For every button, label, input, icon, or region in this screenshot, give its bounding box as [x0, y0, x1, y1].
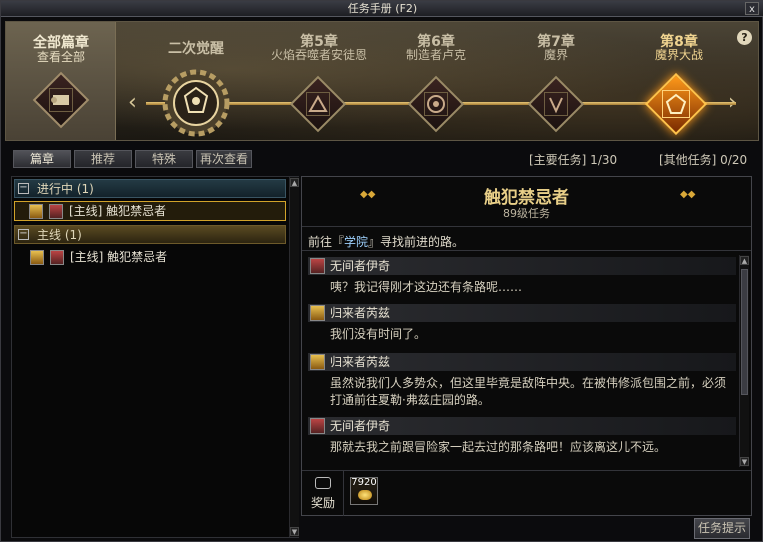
portrait-icon: [310, 418, 325, 434]
goal-location-link[interactable]: 学院: [344, 235, 368, 249]
chapter-title: 二次觉醒: [168, 41, 224, 57]
scroll-icon: [32, 71, 90, 129]
quest-journal-window: 任务手册 (F2) x 全部篇章 查看全部 ‹ › 二次觉醒 第5章: [0, 0, 763, 542]
dialog-speaker: 无间者伊奇: [308, 257, 736, 275]
dialog-text: 咦？我记得刚才这边还有条路呢……: [330, 280, 523, 294]
tab-chapters[interactable]: 篇章: [13, 150, 71, 168]
speaker-name: 归来者芮兹: [330, 355, 391, 369]
collapse-icon[interactable]: −: [18, 229, 29, 240]
quest-goal: 前往『学院』寻找前进的路。: [308, 233, 464, 250]
scroll-up-icon[interactable]: ▲: [740, 256, 749, 265]
quest-level: 89级任务: [503, 207, 550, 220]
reward-section: 奖励 7920: [302, 470, 751, 516]
quest-detail-header: ◆◆ ◆◆ 触犯禁忌者 89级任务: [302, 177, 751, 227]
goal-prefix: 前往『: [308, 235, 345, 249]
speaker-name: 无间者伊奇: [330, 419, 391, 433]
portrait-icon: [310, 258, 325, 274]
dialog-speaker: 归来者芮兹: [308, 353, 736, 371]
portrait-icon: [50, 250, 64, 265]
quest-list-scrollbar[interactable]: ▲ ▼: [289, 177, 299, 537]
reward-gold-item[interactable]: 7920: [350, 477, 378, 505]
quest-list-panel: − 进行中 (1) [主线] 触犯禁忌者 − 主线 (1) [主线] 触犯禁忌者…: [11, 176, 299, 538]
main-quest-count: [主要任务] 1/30: [529, 153, 618, 167]
swirl-emblem-icon: [407, 75, 465, 133]
all-chapters-button[interactable]: 全部篇章 查看全部: [6, 22, 116, 140]
chapter-subtitle: 魔界大战: [654, 48, 703, 62]
tab-review[interactable]: 再次查看: [196, 150, 252, 168]
quest-label: [主线] 触犯禁忌者: [70, 250, 168, 264]
reward-quantity: 7920: [351, 477, 377, 488]
title-bar[interactable]: 任务手册 (F2) x: [1, 1, 763, 17]
dialog-text: 我们没有时间了。: [330, 327, 427, 341]
portrait-icon: [29, 204, 43, 219]
group-main[interactable]: − 主线 (1): [14, 225, 286, 244]
speaker-name: 归来者芮兹: [330, 306, 391, 320]
reward-label: 奖励: [310, 496, 335, 510]
chapter-subtitle: 魔界: [543, 48, 568, 62]
reward-label-box: 奖励: [302, 471, 344, 516]
scroll-thumb[interactable]: [741, 269, 748, 395]
group-label: 进行中 (1): [37, 182, 94, 196]
chapter-subtitle: 制造者卢克: [405, 48, 466, 62]
dialog-text: 虽然说我们人多势众，但这里毕竟是敌阵中央。在被伟修派包围之前，必须打通前往夏勒·…: [330, 376, 727, 407]
divider: [302, 250, 751, 251]
dialog-text: 那就去我之前跟冒险家一起去过的那条路吧！应该离这儿不远。: [330, 440, 667, 454]
dialog-scrollbar[interactable]: ▲ ▼: [739, 255, 749, 467]
quest-detail-panel: ◆◆ ◆◆ 触犯禁忌者 89级任务 前往『学院』寻找前进的路。 无间者伊奇 咦？…: [301, 176, 752, 516]
dialog-speaker: 无间者伊奇: [308, 417, 736, 435]
close-button[interactable]: x: [745, 2, 759, 15]
quest-label: [主线] 触犯禁忌者: [69, 204, 167, 218]
speaker-name: 无间者伊奇: [330, 259, 391, 273]
quest-item[interactable]: [主线] 触犯禁忌者: [14, 248, 286, 268]
collapse-icon[interactable]: −: [18, 183, 29, 194]
window-title: 任务手册 (F2): [347, 2, 418, 15]
portrait-icon: [310, 305, 325, 321]
goal-suffix: 』寻找前进的路。: [368, 235, 465, 249]
tab-special[interactable]: 特殊: [135, 150, 193, 168]
chapter-bar: 全部篇章 查看全部 ‹ › 二次觉醒 第5章 火焰吞噬者安徒恩: [5, 21, 759, 141]
gold-coin-icon: [358, 490, 372, 500]
flame-emblem-icon: [289, 75, 347, 133]
help-button[interactable]: ?: [737, 30, 752, 45]
scroll-down-icon[interactable]: ▼: [290, 527, 299, 536]
scroll-up-icon[interactable]: ▲: [290, 178, 299, 187]
chapter-prev-arrow[interactable]: ‹: [128, 90, 137, 115]
demon-emblem-icon: [527, 75, 585, 133]
pentagon-emblem-icon: [644, 72, 708, 136]
dialog-speaker: 归来者芮兹: [308, 304, 736, 322]
quest-item-selected[interactable]: [主线] 触犯禁忌者: [14, 201, 286, 221]
portrait-icon: [49, 204, 63, 219]
group-label: 主线 (1): [37, 228, 82, 242]
group-in-progress[interactable]: − 进行中 (1): [14, 179, 286, 198]
chapter-subtitle: 火焰吞噬者安徒恩: [270, 48, 367, 62]
quest-hint-button[interactable]: 任务提示: [694, 518, 750, 539]
portrait-icon: [310, 354, 325, 370]
gear-emblem-icon: [162, 69, 230, 137]
tab-recommended[interactable]: 推荐: [74, 150, 132, 168]
other-quest-count: [其他任务] 0/20: [659, 153, 748, 167]
portrait-icon: [30, 250, 44, 265]
scroll-down-icon[interactable]: ▼: [740, 457, 749, 466]
chest-icon: [315, 477, 331, 489]
all-chapters-subtitle: 查看全部: [36, 50, 85, 64]
